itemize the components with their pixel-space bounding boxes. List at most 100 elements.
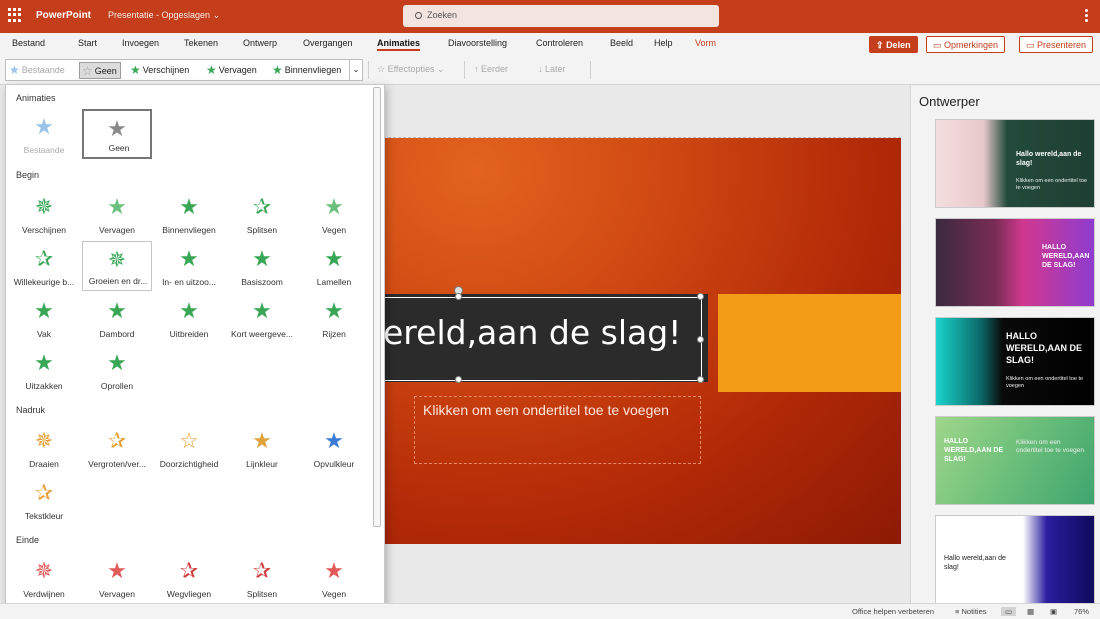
search-input[interactable]: Zoeken bbox=[403, 5, 719, 27]
slide-sorter-icon[interactable]: ▦ bbox=[1027, 607, 1034, 616]
more-options-icon[interactable] bbox=[1082, 9, 1092, 23]
animation-vegen[interactable]: ★ Vegen bbox=[299, 189, 369, 239]
star-icon: ★ bbox=[107, 194, 127, 219]
star-icon: ✵ bbox=[34, 428, 54, 453]
animation-binnenvliegen[interactable]: ★ Binnenvliegen bbox=[154, 189, 224, 239]
document-title[interactable]: Presentatie - Opgeslagen ⌄ bbox=[108, 10, 220, 21]
animation-wegvliegen[interactable]: ✰ Wegvliegen bbox=[154, 553, 224, 603]
animation-lamellen[interactable]: ★ Lamellen bbox=[299, 241, 369, 291]
animation-verdwijnen[interactable]: ✵ Verdwijnen bbox=[9, 553, 79, 603]
notes-button[interactable]: ≡ Notities bbox=[955, 607, 987, 616]
tab-diavoorstelling[interactable]: Diavoorstelling bbox=[448, 38, 507, 48]
comments-button[interactable]: ▭ Opmerkingen bbox=[926, 36, 1006, 53]
tab-start[interactable]: Start bbox=[78, 38, 97, 48]
present-button[interactable]: ▭ Presenteren bbox=[1019, 36, 1094, 53]
effect-options-button[interactable]: ☆ Effectopties ⌄ bbox=[377, 64, 445, 75]
zoom-level[interactable]: 76% bbox=[1074, 607, 1089, 616]
design-suggestion-5[interactable]: Hallo wereld,aan de slag! bbox=[935, 515, 1095, 604]
tab-overgangen[interactable]: Overgangen bbox=[303, 38, 353, 48]
app-launcher-icon[interactable] bbox=[8, 8, 22, 22]
tab-tekenen[interactable]: Tekenen bbox=[184, 38, 218, 48]
designer-pane: Ontwerper Hallo wereld,aan de slag! Klik… bbox=[910, 86, 1100, 604]
normal-view-icon[interactable]: ▭ bbox=[1001, 607, 1017, 616]
slide[interactable]: ereld,aan de slag! Klikken om een ondert… bbox=[383, 138, 901, 544]
animation-vegen-einde[interactable]: ★ Vegen bbox=[299, 553, 369, 603]
resize-handle[interactable] bbox=[455, 293, 462, 300]
animation-willekeurige-balken[interactable]: ✰ Willekeurige b... bbox=[9, 241, 79, 291]
tab-animaties[interactable]: Animaties bbox=[377, 38, 421, 51]
resize-handle[interactable] bbox=[697, 336, 704, 343]
tab-vorm[interactable]: Vorm bbox=[695, 38, 716, 48]
design-suggestion-1[interactable]: Hallo wereld,aan de slag! Klikken om een… bbox=[935, 119, 1095, 208]
animation-splitsen-einde[interactable]: ✰ Splitsen bbox=[227, 553, 297, 603]
notes-icon: ≡ bbox=[955, 607, 960, 616]
animation-vervagen[interactable]: ★ Vervagen bbox=[82, 189, 152, 239]
animation-label: Dambord bbox=[99, 329, 135, 339]
animation-dambord[interactable]: ★ Dambord bbox=[82, 293, 152, 343]
design-suggestion-2[interactable]: HALLO WERELD,AAN DE SLAG! bbox=[935, 218, 1095, 307]
design-title: HALLO WERELD,AAN DE SLAG! bbox=[1006, 331, 1082, 365]
app-name[interactable]: PowerPoint bbox=[36, 10, 91, 21]
animation-uitzakken[interactable]: ★ Uitzakken bbox=[9, 345, 79, 395]
move-later-button[interactable]: ↓ Later bbox=[538, 64, 566, 74]
gallery-item-binnenvliegen[interactable]: ★ Binnenvliegen bbox=[272, 62, 341, 79]
animation-label: Geen bbox=[108, 143, 130, 153]
animation-tekstkleur[interactable]: ✰ Tekstkleur bbox=[9, 475, 79, 525]
resize-handle[interactable] bbox=[697, 293, 704, 300]
tab-controleren[interactable]: Controleren bbox=[536, 38, 583, 48]
star-icon: ★ bbox=[179, 298, 199, 323]
animation-label: Lamellen bbox=[316, 277, 352, 287]
animation-doorzichtigheid[interactable]: ☆ Doorzichtigheid bbox=[154, 423, 224, 473]
design-suggestion-4[interactable]: HALLO WERELD,AAN DE SLAG! Klikken om een… bbox=[935, 416, 1095, 505]
design-suggestion-3[interactable]: HALLO WERELD,AAN DE SLAG! Klikken om een… bbox=[935, 317, 1095, 406]
gallery-label-bestaande: Bestaande bbox=[21, 65, 65, 75]
animation-uitbreiden[interactable]: ★ Uitbreiden bbox=[154, 293, 224, 343]
animation-verschijnen[interactable]: ✵ Verschijnen bbox=[9, 189, 79, 239]
animation-kort-weergeven[interactable]: ★ Kort weergeve... bbox=[227, 293, 297, 343]
animation-label: Verdwijnen bbox=[23, 589, 65, 599]
animation-label: Doorzichtigheid bbox=[159, 459, 219, 469]
move-later-label: Later bbox=[545, 64, 566, 74]
gallery-item-vervagen[interactable]: ★ Vervagen bbox=[206, 62, 257, 79]
move-earlier-button[interactable]: ↑ Eerder bbox=[474, 64, 508, 74]
animation-geen[interactable]: ★ Geen bbox=[82, 109, 152, 159]
animation-draaien[interactable]: ✵ Draaien bbox=[9, 423, 79, 473]
animation-opvulkleur[interactable]: ★ Opvulkleur bbox=[299, 423, 369, 473]
animation-groeien-en-draaien[interactable]: ✵ Groeien en dr... bbox=[82, 241, 152, 291]
share-button[interactable]: ⇪ Delen bbox=[869, 36, 918, 53]
tab-bestand[interactable]: Bestand bbox=[12, 38, 45, 48]
star-icon: ★ bbox=[179, 246, 199, 271]
animation-lijnkleur[interactable]: ★ Lijnkleur bbox=[227, 423, 297, 473]
reading-view-icon[interactable]: ▣ bbox=[1050, 607, 1057, 616]
star-icon: ★ bbox=[9, 63, 20, 77]
gallery-expand-button[interactable]: ⌄ bbox=[349, 60, 362, 80]
animation-rijzen[interactable]: ★ Rijzen bbox=[299, 293, 369, 343]
tab-ontwerp[interactable]: Ontwerp bbox=[243, 38, 277, 48]
star-icon: ✰ bbox=[107, 428, 127, 453]
animation-in-en-uitzoomen[interactable]: ★ In- en uitzoo... bbox=[154, 241, 224, 291]
animation-basiszoom[interactable]: ★ Basiszoom bbox=[227, 241, 297, 291]
animation-vak[interactable]: ★ Vak bbox=[9, 293, 79, 343]
animation-vervagen-einde[interactable]: ★ Vervagen bbox=[82, 553, 152, 603]
star-icon: ☆ bbox=[179, 428, 199, 453]
design-subtitle: Klikken om een ondertitel toe te voegen bbox=[1016, 178, 1087, 191]
star-icon: ★ bbox=[324, 428, 344, 453]
tab-beeld[interactable]: Beeld bbox=[610, 38, 633, 48]
orange-accent-shape[interactable] bbox=[718, 294, 901, 392]
star-icon: ★ bbox=[34, 350, 54, 375]
resize-handle[interactable] bbox=[697, 376, 704, 383]
star-icon: ★ bbox=[252, 246, 272, 271]
animation-splitsen[interactable]: ✰ Splitsen bbox=[227, 189, 297, 239]
animation-bestaande: ★ Bestaande bbox=[9, 109, 79, 159]
gallery-item-verschijnen[interactable]: ★ Verschijnen bbox=[130, 62, 189, 79]
animation-vergroten-verkleinen[interactable]: ✰ Vergroten/ver... bbox=[82, 423, 152, 473]
design-title: HALLO WERELD,AAN DE SLAG! bbox=[1042, 244, 1090, 269]
gallery-item-geen[interactable]: ☆ Geen bbox=[79, 62, 121, 79]
tab-help[interactable]: Help bbox=[654, 38, 673, 48]
resize-handle[interactable] bbox=[455, 376, 462, 383]
animation-oprollen[interactable]: ★ Oprollen bbox=[82, 345, 152, 395]
tab-invoegen[interactable]: Invoegen bbox=[122, 38, 159, 48]
help-improve-link[interactable]: Office helpen verbeteren bbox=[852, 607, 934, 616]
slide-subtitle[interactable]: Klikken om een ondertitel toe te voegen bbox=[423, 402, 669, 418]
scrollbar[interactable] bbox=[373, 87, 381, 527]
